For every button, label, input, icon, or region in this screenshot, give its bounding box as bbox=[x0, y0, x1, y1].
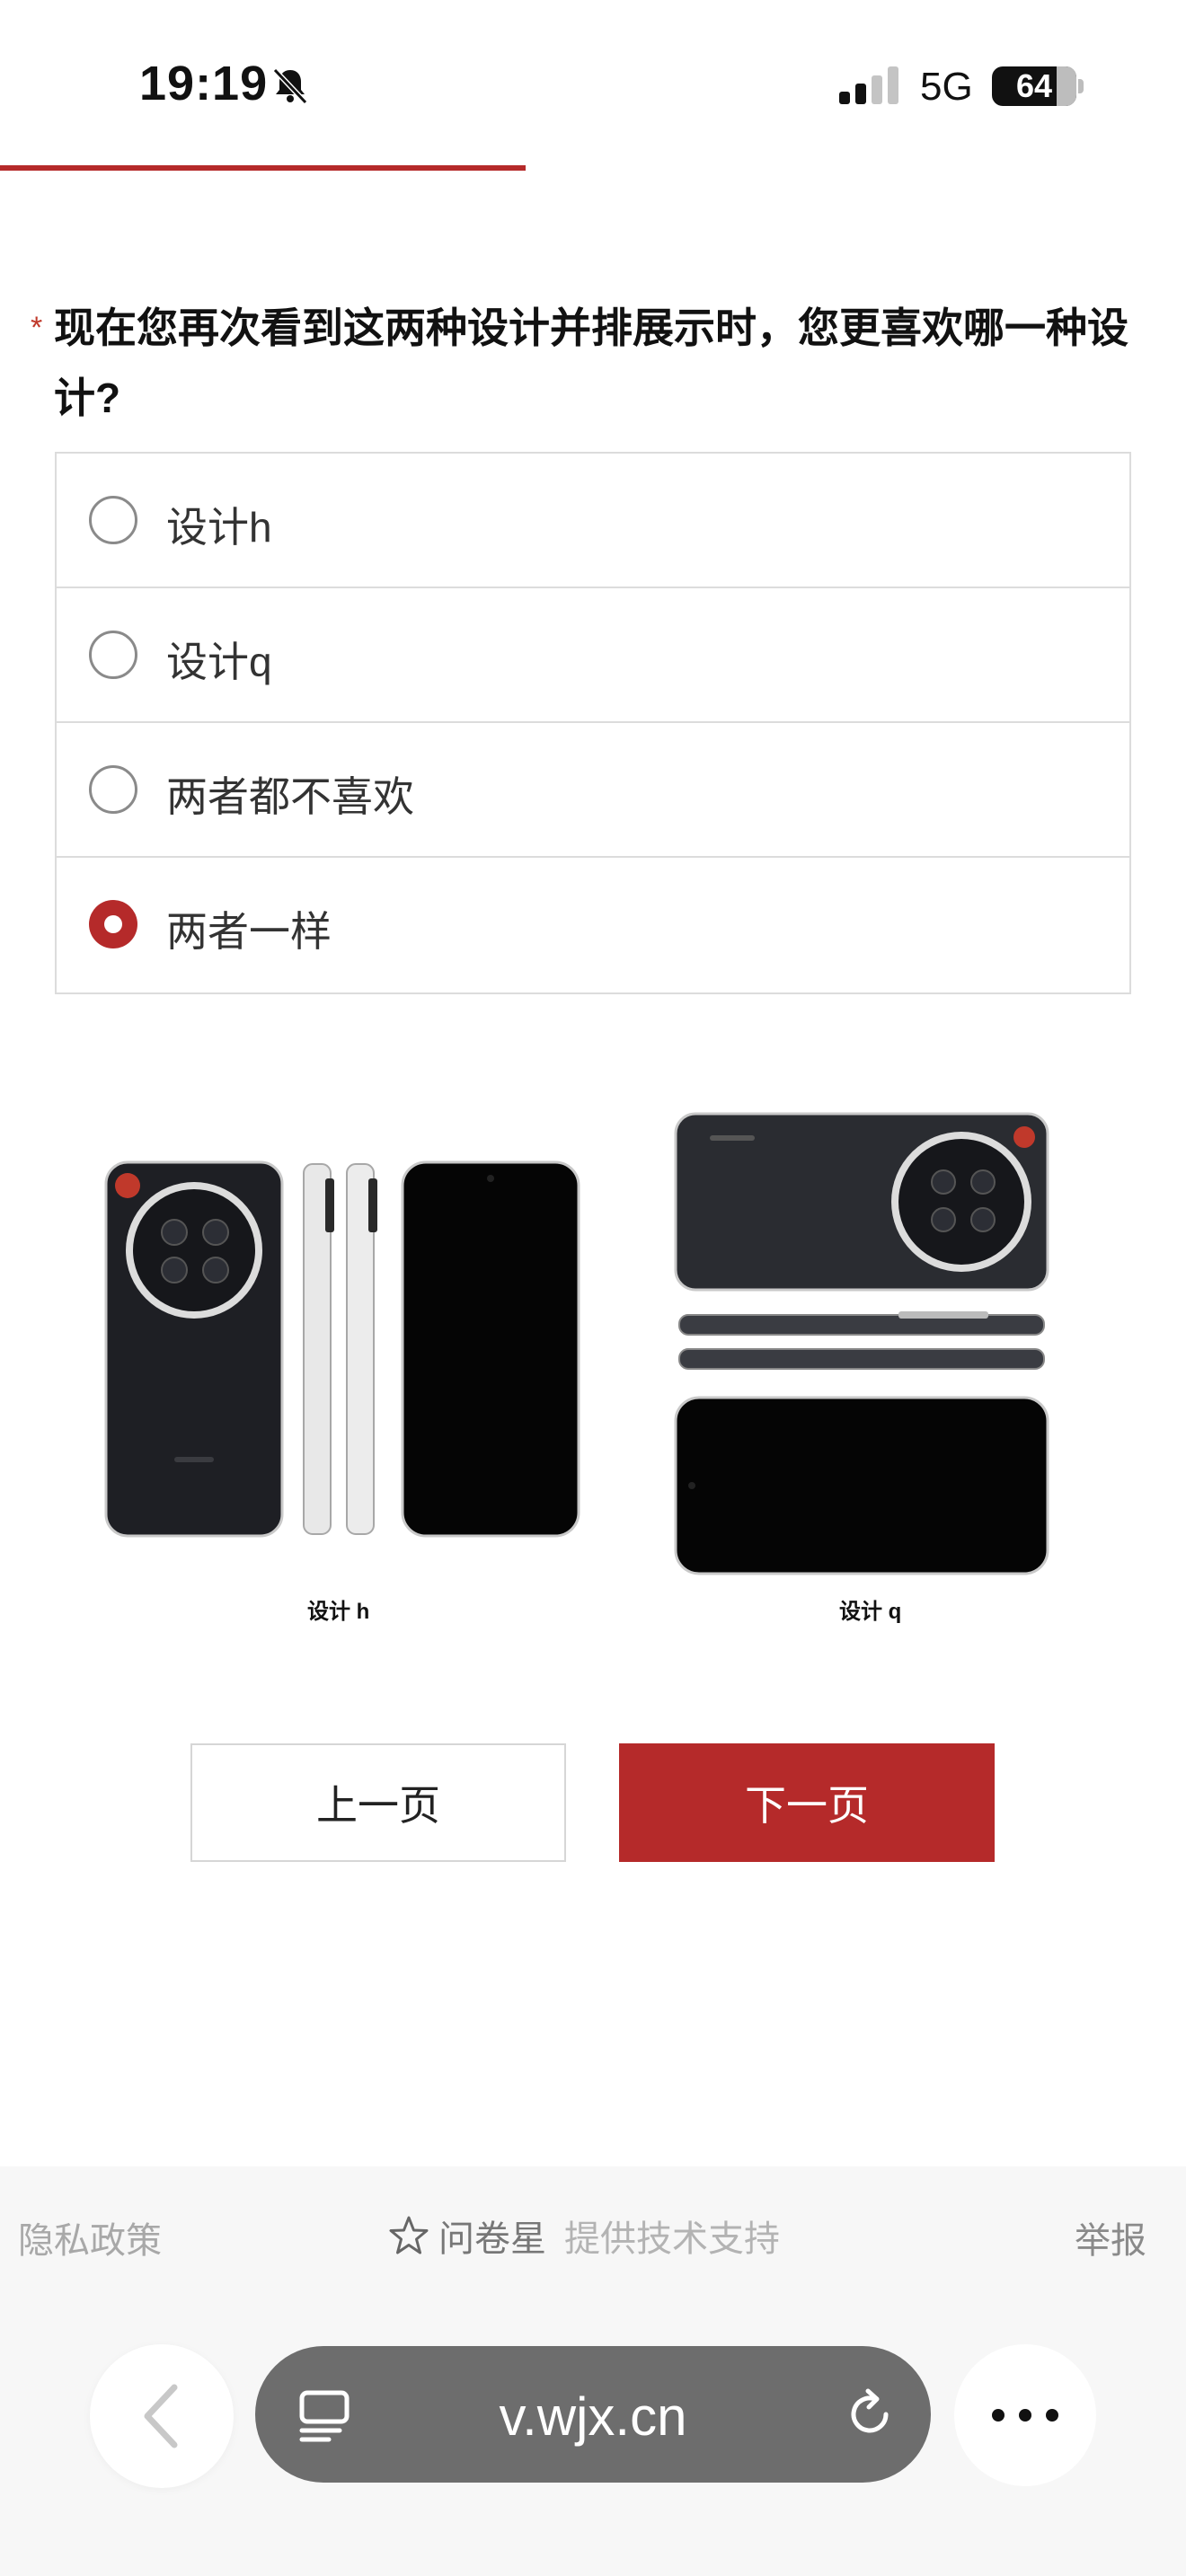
radio-button[interactable] bbox=[89, 496, 137, 544]
brand-credit[interactable]: 问卷星 提供技术支持 bbox=[388, 2210, 780, 2262]
battery-nub bbox=[1078, 79, 1084, 93]
question-title: 现在您再次看到这两种设计并排展示时，您更喜欢哪一种设计? bbox=[54, 304, 1128, 421]
chevron-left-icon bbox=[144, 2384, 178, 2448]
option-label: 设计q bbox=[166, 639, 272, 685]
survey-progress-fill bbox=[0, 165, 526, 171]
option-item[interactable]: 设计q bbox=[57, 588, 1129, 723]
more-options-button[interactable] bbox=[954, 2344, 1096, 2486]
privacy-policy-link[interactable]: 隐私政策 bbox=[18, 2211, 162, 2263]
star-icon bbox=[389, 2216, 429, 2254]
previous-page-button[interactable]: 上一页 bbox=[190, 1743, 566, 1862]
design-q-caption: 设计 q bbox=[839, 1600, 902, 1624]
design-q-back-illustration bbox=[674, 1112, 1049, 1292]
more-icon bbox=[992, 2409, 1058, 2422]
battery-indicator: 64 bbox=[992, 66, 1076, 106]
status-bar: 19:19 5G 64 bbox=[0, 0, 1186, 171]
reload-icon[interactable] bbox=[841, 2386, 898, 2443]
next-page-button[interactable]: 下一页 bbox=[619, 1743, 995, 1862]
status-time: 19:19 bbox=[139, 57, 269, 110]
option-item[interactable]: 两者一样 bbox=[57, 858, 1129, 992]
network-label: 5G bbox=[920, 65, 973, 109]
survey-progress-bar bbox=[0, 165, 1186, 171]
brand-name: 问卷星 bbox=[438, 2219, 546, 2259]
design-h-side-illustration bbox=[303, 1163, 377, 1535]
required-mark: * bbox=[31, 311, 43, 345]
radio-button[interactable] bbox=[89, 631, 137, 679]
option-label: 两者都不喜欢 bbox=[166, 773, 414, 820]
design-h-back-illustration bbox=[104, 1160, 284, 1538]
design-q-front-illustration bbox=[674, 1396, 1049, 1575]
radio-button[interactable] bbox=[89, 765, 137, 814]
design-h-caption: 设计 h bbox=[307, 1600, 370, 1624]
option-item[interactable]: 设计h bbox=[57, 454, 1129, 588]
address-bar[interactable]: v.wjx.cn bbox=[255, 2346, 931, 2483]
option-item[interactable]: 两者都不喜欢 bbox=[57, 723, 1129, 858]
option-label: 设计h bbox=[166, 504, 272, 551]
browser-back-button[interactable] bbox=[90, 2344, 234, 2488]
report-link[interactable]: 举报 bbox=[1075, 2211, 1146, 2263]
design-q-side-illustration bbox=[678, 1311, 1045, 1370]
radio-button[interactable] bbox=[89, 900, 137, 948]
design-h-front-illustration bbox=[401, 1160, 580, 1538]
option-label: 两者一样 bbox=[166, 908, 332, 955]
option-list: 设计h 设计q 两者都不喜欢 两者一样 bbox=[55, 452, 1131, 994]
design-comparison-image: 设计 h 设计 q bbox=[81, 1096, 1105, 1635]
signal-icon bbox=[839, 66, 898, 104]
url-text: v.wjx.cn bbox=[499, 2386, 687, 2447]
brand-support-text: 提供技术支持 bbox=[564, 2219, 780, 2259]
battery-level: 64 bbox=[1015, 67, 1053, 104]
bell-muted-icon bbox=[272, 67, 308, 105]
